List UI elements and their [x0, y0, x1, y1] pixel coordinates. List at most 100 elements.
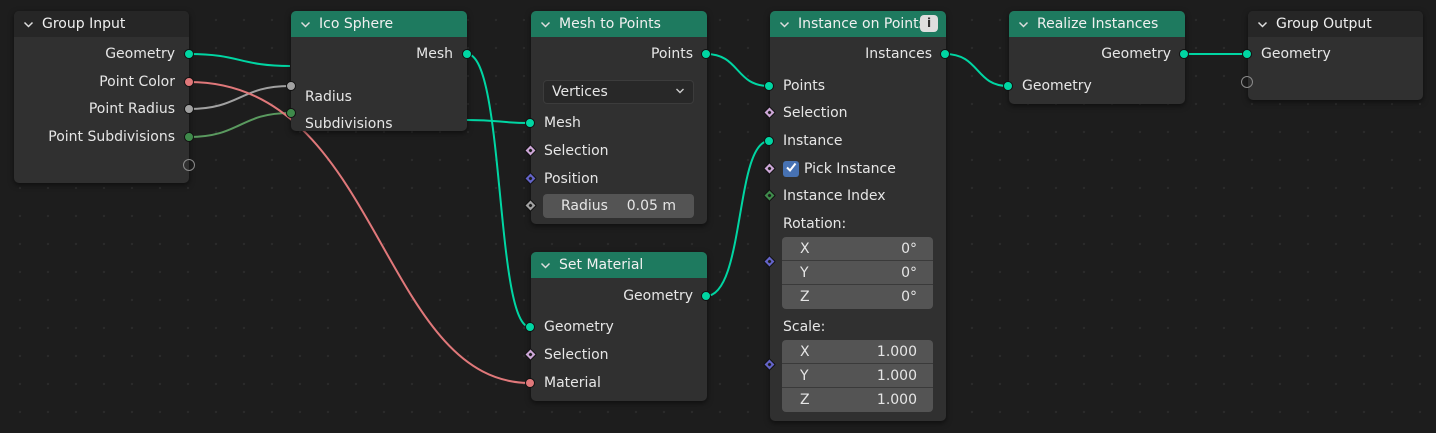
output-label-points: Points	[650, 46, 693, 62]
socket-material-in[interactable]	[525, 378, 535, 388]
chevron-down-icon[interactable]	[300, 19, 311, 30]
input-label-instance: Instance	[783, 133, 843, 149]
rotation-z-field[interactable]: Z 0°	[782, 285, 933, 309]
axis-value: 0°	[901, 289, 917, 305]
chevron-down-icon[interactable]	[1257, 19, 1268, 30]
node-header[interactable]: Set Material	[531, 252, 707, 278]
input-label-instance-index: Instance Index	[783, 188, 886, 204]
rotation-vector[interactable]: X 0° Y 0° Z 0°	[782, 237, 933, 309]
axis-value: 0°	[901, 240, 917, 257]
output-label-geometry: Geometry	[105, 46, 175, 62]
socket-point-subdiv-out[interactable]	[184, 132, 194, 142]
link-subdiv-to-ico	[188, 112, 291, 138]
info-icon[interactable]: i	[920, 15, 938, 32]
node-header[interactable]: Realize Instances	[1009, 11, 1185, 37]
rotation-label: Rotation:	[783, 216, 847, 232]
socket-radius-in[interactable]	[286, 81, 296, 91]
axis-label: X	[800, 240, 810, 257]
output-label-mesh: Mesh	[416, 46, 453, 62]
chevron-down-icon[interactable]	[1018, 19, 1029, 30]
axis-value: 1.000	[876, 367, 917, 384]
socket-mesh-out[interactable]	[462, 49, 472, 59]
socket-point-radius-out[interactable]	[184, 104, 194, 114]
rotation-y-field[interactable]: Y 0°	[782, 261, 933, 285]
scale-y-field[interactable]: Y 1.000	[782, 364, 933, 388]
node-header[interactable]: Group Input	[14, 11, 189, 37]
mode-dropdown[interactable]: Vertices	[543, 80, 694, 104]
chevron-down-icon[interactable]	[23, 19, 34, 30]
input-label-geometry: Geometry	[1022, 78, 1092, 94]
socket-empty-in[interactable]	[1241, 76, 1253, 88]
input-label-pick-instance: Pick Instance	[804, 161, 896, 177]
socket-empty-out[interactable]	[183, 159, 195, 171]
input-label-geometry: Geometry	[1261, 46, 1331, 62]
radius-label: Radius	[561, 198, 608, 214]
socket-points-in[interactable]	[764, 81, 774, 91]
chevron-down-icon[interactable]	[779, 19, 790, 30]
input-label-material: Material	[544, 375, 601, 391]
checkmark-icon	[785, 161, 797, 177]
node-header[interactable]: Ico Sphere	[291, 11, 467, 37]
node-links	[188, 53, 1247, 384]
chevron-down-icon[interactable]	[540, 260, 551, 271]
input-label-selection: Selection	[544, 143, 609, 159]
socket-subdivisions-in[interactable]	[286, 108, 296, 118]
scale-x-field[interactable]: X 1.000	[782, 340, 933, 364]
node-title: Realize Instances	[1037, 16, 1159, 32]
socket-instances-out[interactable]	[940, 49, 950, 59]
input-label-geometry: Geometry	[544, 319, 614, 335]
chevron-down-icon[interactable]	[540, 19, 551, 30]
link-instances-to-realize	[944, 53, 1009, 87]
node-header[interactable]: Instance on Points i	[770, 11, 946, 37]
axis-label: Z	[800, 392, 810, 408]
input-label-selection: Selection	[544, 347, 609, 363]
socket-geometry-out[interactable]	[1179, 49, 1189, 59]
axis-label: Y	[800, 264, 809, 281]
node-title: Mesh to Points	[559, 16, 661, 32]
axis-label: Z	[800, 289, 810, 305]
node-realize-instances[interactable]: Realize Instances Geometry Geometry	[1009, 11, 1185, 104]
node-title: Instance on Points	[798, 16, 926, 32]
node-ico-sphere[interactable]: Ico Sphere Mesh Radius Subdivisions	[291, 11, 467, 132]
input-label-subdivisions: Subdivisions	[305, 116, 393, 132]
input-label-selection: Selection	[783, 105, 848, 121]
output-label-point-color: Point Color	[99, 74, 175, 90]
scale-vector[interactable]: X 1.000 Y 1.000 Z 1.000	[782, 340, 933, 412]
radius-field[interactable]: Radius 0.05 m	[543, 194, 694, 218]
node-header[interactable]: Group Output	[1248, 11, 1423, 37]
output-label-geometry: Geometry	[1101, 46, 1171, 62]
output-label-point-subdivisions: Point Subdivisions	[48, 129, 175, 145]
socket-geometry-in[interactable]	[525, 322, 535, 332]
chevron-down-icon	[675, 84, 685, 100]
input-label-points: Points	[783, 78, 826, 94]
socket-geometry-out[interactable]	[701, 291, 711, 301]
rotation-x-field[interactable]: X 0°	[782, 237, 933, 261]
socket-point-color-out[interactable]	[184, 77, 194, 87]
output-label-instances: Instances	[865, 46, 932, 62]
node-group-input[interactable]: Group Input Geometry Point Color Point R…	[14, 11, 189, 183]
mode-value: Vertices	[552, 84, 608, 100]
input-label-position: Position	[544, 171, 599, 187]
node-header[interactable]: Mesh to Points	[531, 11, 707, 37]
link-points-to-instance	[705, 53, 770, 87]
input-label-mesh: Mesh	[544, 115, 581, 131]
socket-mesh-in[interactable]	[525, 118, 535, 128]
axis-label: X	[800, 343, 810, 360]
axis-value: 1.000	[876, 343, 917, 360]
socket-geometry-in[interactable]	[1003, 81, 1013, 91]
scale-z-field[interactable]: Z 1.000	[782, 388, 933, 412]
socket-geometry-in[interactable]	[1242, 49, 1252, 59]
node-group-output[interactable]: Group Output Geometry	[1248, 11, 1423, 100]
node-mesh-to-points[interactable]: Mesh to Points Points Vertices Mesh Sele…	[531, 11, 707, 224]
pick-instance-checkbox[interactable]	[783, 161, 799, 177]
axis-label: Y	[800, 367, 809, 384]
node-title: Ico Sphere	[319, 16, 394, 32]
node-instance-on-points[interactable]: Instance on Points i Instances Points Se…	[770, 11, 946, 421]
socket-geometry-out[interactable]	[184, 49, 194, 59]
link-ico-to-mesh	[466, 119, 531, 124]
node-title: Group Output	[1276, 16, 1372, 32]
socket-instance-in[interactable]	[764, 136, 774, 146]
node-set-material[interactable]: Set Material Geometry Geometry Selection…	[531, 252, 707, 401]
socket-points-out[interactable]	[701, 49, 711, 59]
radius-value: 0.05 m	[626, 198, 676, 214]
